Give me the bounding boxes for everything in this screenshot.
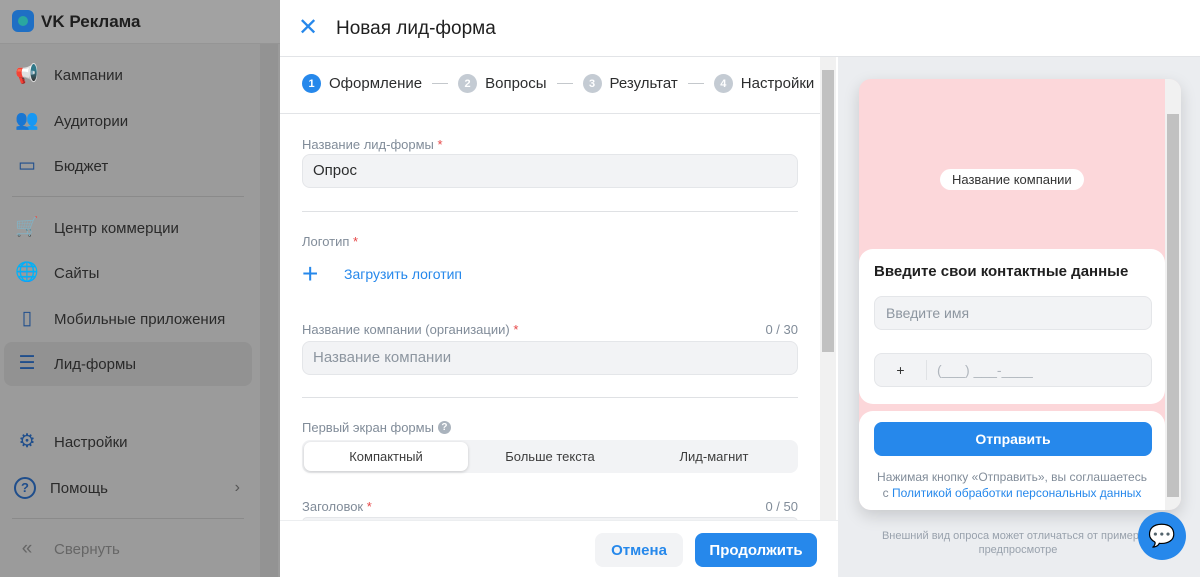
sidebar-item-label: Центр коммерции (54, 219, 179, 237)
phone-prefix: + (875, 360, 927, 380)
collapse-button[interactable]: « Свернуть (4, 527, 252, 571)
sidebar-item-audiences[interactable]: 👥 Аудитории (4, 99, 252, 143)
logo-label: Логотип * (302, 234, 359, 249)
sidebar-item-label: Бюджет (54, 157, 109, 175)
brand-name[interactable]: VK Реклама (41, 12, 141, 32)
double-chevron-left-icon: « (21, 538, 33, 559)
users-icon: 👥 (15, 110, 39, 131)
sidebar-item-sites[interactable]: 🌐 Сайты (4, 251, 252, 295)
sidebar-item-commerce[interactable]: 🛒 Центр коммерции (4, 206, 252, 250)
lead-form-editor: 1 Оформление 2 Вопросы 3 Результат 4 Настрой… (280, 57, 838, 577)
collapse-label: Свернуть (54, 540, 120, 558)
step-label: Вопросы (485, 75, 547, 92)
chevron-right-icon: › (234, 479, 240, 496)
contact-section: Введите свои контактные данные Введите и… (859, 249, 1165, 404)
divider (302, 397, 798, 398)
sidebar-item-label: Лид-формы (54, 355, 137, 373)
plus-icon: + (302, 258, 319, 289)
sidebar-item-mobile-apps[interactable]: ▯ Мобильные приложения (4, 297, 252, 341)
globe-icon: 🌐 (15, 262, 39, 283)
upload-logo-label: Загрузить логотип (344, 266, 463, 282)
contact-title: Введите свои контактные данные (874, 263, 1129, 280)
step-connector (687, 83, 704, 84)
step-number: 2 (458, 74, 478, 93)
help-circle-icon[interactable]: ? (437, 421, 451, 434)
sidebar-item-label: Помощь (50, 479, 108, 497)
gear-icon: ⚙ (18, 431, 36, 452)
option-compact[interactable]: Компактный (304, 442, 468, 471)
stepper: 1 Оформление 2 Вопросы 3 Результат 4 Настрой… (302, 74, 814, 93)
chat-bubbles-icon: 💬 (1148, 523, 1176, 548)
modal-footer: Отмена Продолжить (280, 520, 838, 577)
sidebar-item-settings[interactable]: ⚙ Настройки (4, 420, 252, 464)
sidebar-item-label: Кампании (54, 66, 123, 84)
sidebar-item-label: Аудитории (54, 112, 129, 130)
divider (12, 196, 244, 197)
heading-counter: 0 / 50 (765, 499, 798, 514)
sidebar-item-budget[interactable]: ▭ Бюджет (4, 144, 252, 188)
step-label: Оформление (329, 75, 423, 92)
sidebar-item-label: Мобильные приложения (54, 310, 226, 328)
company-name-input[interactable]: Название компании (302, 341, 798, 375)
first-screen-selector: Компактный Больше текста Лид-магнит (302, 440, 798, 473)
phone-mask: (___) ___-____ (937, 362, 1033, 378)
form-scrollbar-thumb[interactable] (822, 70, 834, 352)
divider (280, 113, 820, 114)
sidebar-item-lead-forms[interactable]: ☰ Лид-формы (4, 342, 252, 386)
step-settings[interactable]: 4 Настройки (713, 74, 815, 93)
step-number: 3 (582, 74, 602, 93)
chat-support-button[interactable]: 💬 (1138, 512, 1186, 560)
company-name-pill: Название компании (940, 169, 1084, 190)
preview-card: Название компании Введите свои контактны… (859, 79, 1181, 510)
cart-icon: 🛒 (15, 217, 39, 238)
name-input[interactable]: Введите имя (874, 296, 1152, 330)
sidebar: VK Реклама 📢 Кампании 👥 Аудитории ▭ Бюджет … (0, 0, 280, 577)
modal-header: ✕ Новая лид-форма (280, 0, 1200, 57)
help-icon: ? (14, 477, 36, 499)
sidebar-header: VK Реклама (0, 0, 280, 44)
cancel-button[interactable]: Отмена (595, 533, 683, 567)
step-number: 4 (713, 74, 733, 93)
step-connector (556, 83, 573, 84)
option-lead-magnet[interactable]: Лид-магнит (632, 442, 796, 471)
form-name-label: Название лид-формы * (302, 137, 443, 152)
step-questions[interactable]: 2 Вопросы (458, 74, 547, 93)
option-more-text[interactable]: Больше текста (468, 442, 632, 471)
step-label: Настройки (740, 75, 815, 92)
continue-button[interactable]: Продолжить (695, 533, 817, 567)
step-number: 1 (302, 74, 321, 93)
divider (302, 211, 798, 212)
privacy-policy-link[interactable]: Политикой обработки персональных данных (892, 486, 1141, 500)
step-result[interactable]: 3 Результат (582, 74, 678, 93)
company-name-label: Название компании (организации) * (302, 322, 519, 337)
preview-panel: Название компании Введите свои контактны… (838, 57, 1200, 577)
divider (12, 518, 244, 519)
first-screen-label: Первый экран формы? (302, 420, 451, 435)
list-icon: ☰ (18, 353, 36, 374)
step-label: Результат (609, 75, 678, 92)
sidebar-item-campaigns[interactable]: 📢 Кампании (4, 53, 252, 97)
sidebar-item-help[interactable]: ? Помощь › (4, 466, 252, 510)
page-scrollbar[interactable] (260, 44, 278, 577)
submit-section: Отправить Нажимая кнопку «Отправить», вы… (859, 411, 1165, 510)
sidebar-item-label: Сайты (54, 264, 100, 282)
consent-text: Нажимая кнопку «Отправить», вы соглашает… (877, 470, 1147, 500)
step-connector (432, 83, 449, 84)
upload-logo-button[interactable]: + Загрузить логотип (302, 260, 462, 288)
wallet-icon: ▭ (18, 155, 36, 176)
modal-title: Новая лид-форма (336, 18, 496, 39)
preview-note: Внешний вид опроса может отличаться от п… (881, 530, 1155, 556)
phone-icon: ▯ (21, 308, 33, 329)
sidebar-item-label: Настройки (54, 433, 128, 451)
form-name-input[interactable]: Опрос (302, 154, 798, 188)
submit-button[interactable]: Отправить (874, 422, 1152, 456)
close-icon[interactable]: ✕ (298, 16, 318, 40)
megaphone-icon: 📢 (15, 64, 39, 85)
company-name-counter: 0 / 30 (765, 322, 798, 337)
vk-ads-logo-icon[interactable] (12, 10, 34, 32)
preview-scrollbar-thumb[interactable] (1167, 114, 1179, 497)
step-design[interactable]: 1 Оформление (302, 74, 422, 93)
phone-input[interactable]: + (___) ___-____ (874, 353, 1152, 387)
heading-label: Заголовок * (302, 499, 372, 514)
